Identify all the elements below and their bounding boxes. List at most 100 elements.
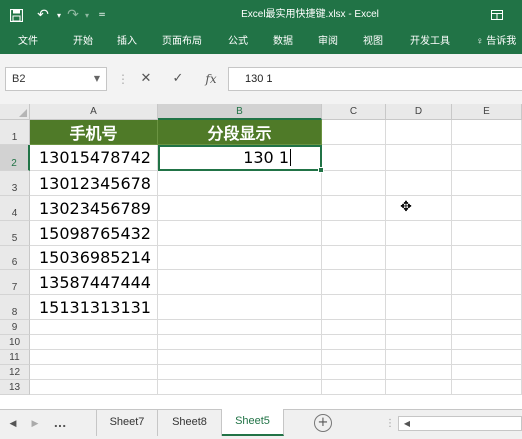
cell-e1[interactable] <box>452 120 522 145</box>
tab-developer[interactable]: 开发工具 <box>410 30 450 54</box>
cell-a2[interactable]: 13015478742 <box>30 145 158 171</box>
column-header-c[interactable]: C <box>322 104 386 120</box>
cell-e2[interactable] <box>452 145 522 171</box>
cell-b3[interactable] <box>158 171 322 196</box>
cell-c1[interactable] <box>322 120 386 145</box>
cell-d1[interactable] <box>386 120 452 145</box>
cell-e5[interactable] <box>452 221 522 246</box>
cell-d2[interactable] <box>386 145 452 171</box>
cell-d4[interactable] <box>386 196 452 221</box>
tab-file[interactable]: 文件 <box>18 30 38 54</box>
cell-e8[interactable] <box>452 295 522 320</box>
cell-b9[interactable] <box>158 320 322 335</box>
row-header-2[interactable]: 2 <box>0 145 30 171</box>
sheet-tab-sheet5[interactable]: Sheet5 <box>222 409 284 436</box>
cell-d10[interactable] <box>386 335 452 350</box>
cell-c13[interactable] <box>322 380 386 395</box>
insert-function-icon[interactable]: fx <box>200 67 222 91</box>
formula-bar-grip-icon[interactable]: ⋮ <box>117 70 129 88</box>
cell-d13[interactable] <box>386 380 452 395</box>
cell-b12[interactable] <box>158 365 322 380</box>
cell-b8[interactable] <box>158 295 322 320</box>
cell-e10[interactable] <box>452 335 522 350</box>
row-header-7[interactable]: 7 <box>0 270 30 295</box>
cell-a4[interactable]: 13023456789 <box>30 196 158 221</box>
cell-b4[interactable] <box>158 196 322 221</box>
row-header-3[interactable]: 3 <box>0 171 30 196</box>
cell-d3[interactable] <box>386 171 452 196</box>
cell-c7[interactable] <box>322 270 386 295</box>
cell-a3[interactable]: 13012345678 <box>30 171 158 196</box>
cell-d5[interactable] <box>386 221 452 246</box>
cell-c8[interactable] <box>322 295 386 320</box>
column-header-a[interactable]: A <box>30 104 158 120</box>
save-icon[interactable] <box>7 0 25 30</box>
cell-b10[interactable] <box>158 335 322 350</box>
cell-a11[interactable] <box>30 350 158 365</box>
cell-c2[interactable] <box>322 145 386 171</box>
cell-e13[interactable] <box>452 380 522 395</box>
chevron-down-icon[interactable]: ▼ <box>94 68 100 90</box>
cell-b13[interactable] <box>158 380 322 395</box>
cell-e9[interactable] <box>452 320 522 335</box>
row-header-6[interactable]: 6 <box>0 246 30 270</box>
cell-a10[interactable] <box>30 335 158 350</box>
row-header-10[interactable]: 10 <box>0 335 30 350</box>
name-box[interactable]: B2 ▼ <box>5 67 107 91</box>
cell-a9[interactable] <box>30 320 158 335</box>
cell-d9[interactable] <box>386 320 452 335</box>
cell-c9[interactable] <box>322 320 386 335</box>
cell-e6[interactable] <box>452 246 522 270</box>
row-header-12[interactable]: 12 <box>0 365 30 380</box>
cell-a8[interactable]: 15131313131 <box>30 295 158 320</box>
cell-c5[interactable] <box>322 221 386 246</box>
add-sheet-icon[interactable]: + <box>314 414 332 432</box>
cell-c12[interactable] <box>322 365 386 380</box>
cell-d8[interactable] <box>386 295 452 320</box>
cell-b6[interactable] <box>158 246 322 270</box>
tell-me-box[interactable]: ♀ 告诉我 <box>476 30 516 54</box>
row-header-1[interactable]: 1 <box>0 120 30 145</box>
formula-input[interactable]: 130 1 <box>228 67 522 91</box>
row-header-5[interactable]: 5 <box>0 221 30 246</box>
worksheet-grid[interactable]: A B C D E 1 2 3 4 5 6 7 8 9 10 11 12 13 … <box>0 104 522 409</box>
cell-b7[interactable] <box>158 270 322 295</box>
column-header-b[interactable]: B <box>158 104 322 120</box>
undo-icon[interactable]: ↶ <box>32 0 54 30</box>
horizontal-scrollbar[interactable]: ◀ <box>398 416 522 431</box>
ribbon-display-icon[interactable] <box>488 0 506 30</box>
cell-c6[interactable] <box>322 246 386 270</box>
undo-dropdown-icon[interactable]: ▾ <box>54 0 64 30</box>
scroll-left-icon[interactable]: ◀ <box>401 417 413 430</box>
scroll-tabs-right-icon[interactable]: ▶ <box>28 410 42 438</box>
tab-view[interactable]: 视图 <box>363 30 383 54</box>
cell-e11[interactable] <box>452 350 522 365</box>
row-header-13[interactable]: 13 <box>0 380 30 395</box>
tab-data[interactable]: 数据 <box>273 30 293 54</box>
cell-e12[interactable] <box>452 365 522 380</box>
cell-b11[interactable] <box>158 350 322 365</box>
tab-insert[interactable]: 插入 <box>117 30 137 54</box>
tab-page-layout[interactable]: 页面布局 <box>162 30 202 54</box>
cell-d7[interactable] <box>386 270 452 295</box>
more-sheets-button[interactable]: ... <box>46 410 74 438</box>
cell-d6[interactable] <box>386 246 452 270</box>
row-header-4[interactable]: 4 <box>0 196 30 221</box>
column-header-e[interactable]: E <box>452 104 522 120</box>
cell-b2-editing[interactable]: 130 1 <box>158 145 322 171</box>
cell-a13[interactable] <box>30 380 158 395</box>
redo-dropdown-icon[interactable]: ▾ <box>82 0 92 30</box>
sheet-tab-sheet8[interactable]: Sheet8 <box>158 410 222 436</box>
tab-review[interactable]: 审阅 <box>318 30 338 54</box>
cell-b1-header[interactable]: 分段显示 <box>158 120 322 145</box>
cell-c3[interactable] <box>322 171 386 196</box>
cell-a12[interactable] <box>30 365 158 380</box>
cell-d12[interactable] <box>386 365 452 380</box>
tab-formulas[interactable]: 公式 <box>228 30 248 54</box>
customize-qat-icon[interactable]: = <box>96 0 108 30</box>
cell-e7[interactable] <box>452 270 522 295</box>
cell-c11[interactable] <box>322 350 386 365</box>
column-header-d[interactable]: D <box>386 104 452 120</box>
cell-d11[interactable] <box>386 350 452 365</box>
select-all-corner[interactable] <box>0 104 30 120</box>
